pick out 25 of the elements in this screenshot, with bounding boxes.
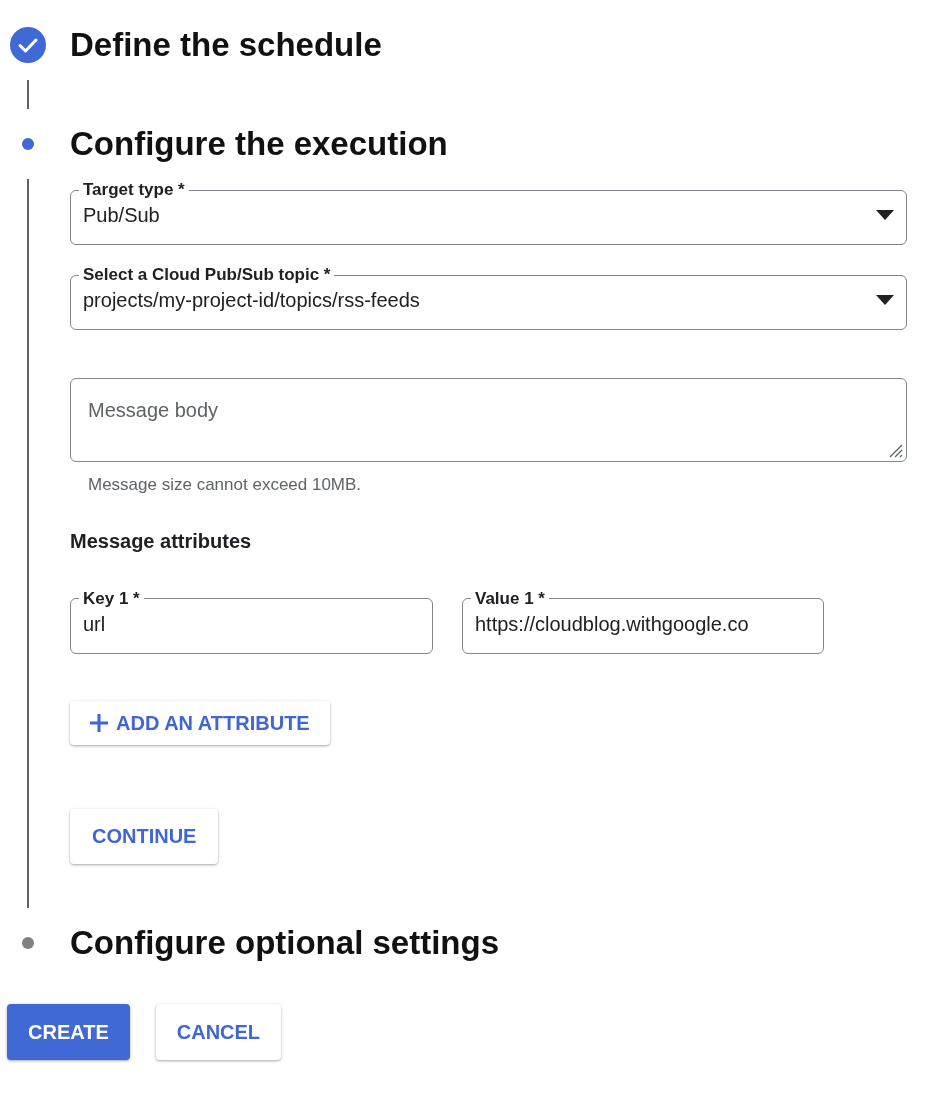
field-value: url [83, 612, 106, 635]
resize-handle-icon [889, 444, 903, 458]
step-title: Configure the execution [70, 124, 448, 164]
cancel-button[interactable]: CANCEL [155, 1003, 282, 1060]
message-body-field[interactable]: Message body [70, 378, 907, 462]
field-label: Value 1 * [474, 588, 546, 609]
dropdown-field[interactable]: Target type * Pub/Sub [70, 180, 907, 245]
continue-button[interactable]: CONTINUE [70, 808, 219, 864]
caret-icon [876, 295, 894, 305]
field-label: Select a Cloud Pub/Sub topic * [82, 265, 332, 285]
field-value: Pub/Sub [83, 204, 160, 226]
plus-icon [90, 713, 108, 732]
field-value: projects/my-project-id/topics/rss-feeds [83, 289, 420, 311]
caret-icon [876, 210, 894, 220]
hint-text: Message size cannot exceed 10MB. [88, 474, 363, 496]
field-value: https://cloudblog.withgoogle.co [475, 612, 749, 635]
placeholder-text: Message body [88, 399, 219, 421]
add-attribute-button[interactable]: ADD AN ATTRIBUTE [70, 700, 330, 745]
dropdown-field[interactable]: Select a Cloud Pub/Sub topic * projects/my-project-id/topics/rss-feeds [70, 265, 907, 330]
step-title: Configure optional settings [70, 922, 499, 963]
create-button[interactable]: CREATE [7, 1003, 130, 1060]
section-heading: Message attributes [70, 528, 253, 554]
field-label: Key 1 * [82, 588, 141, 609]
step-title: Define the schedule [70, 25, 382, 65]
field-label: Target type * [82, 180, 186, 200]
